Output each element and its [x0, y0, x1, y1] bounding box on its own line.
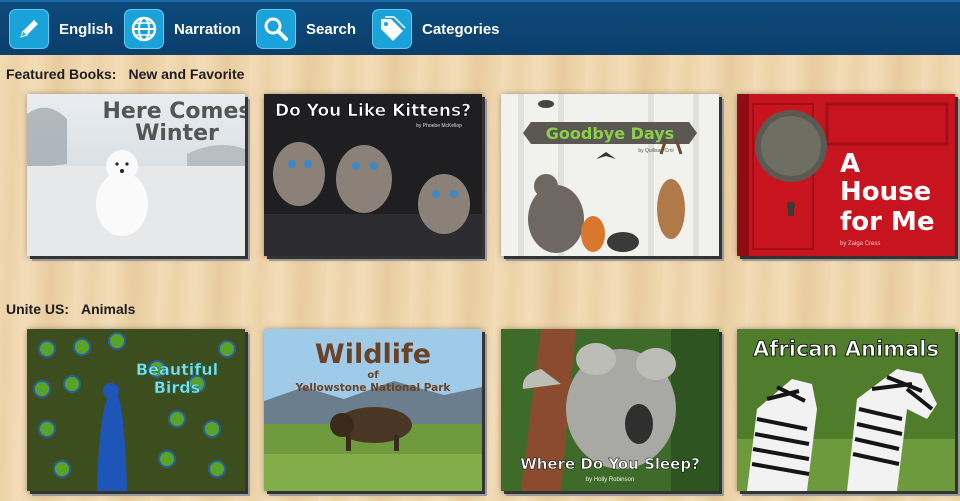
book-title: Goodbye Days	[546, 124, 674, 143]
nav-narration-button[interactable]: Narration	[124, 8, 241, 50]
book-title-line1: Beautiful	[136, 360, 218, 379]
book-byline: by Quilisan Croi	[638, 148, 673, 154]
nav-narration-label: Narration	[174, 20, 241, 38]
section-title-featured: Featured Books: New and Favorite	[6, 66, 244, 82]
section-sublabel: New and Favorite	[128, 66, 245, 82]
nav-english-label: English	[59, 20, 114, 38]
section-label: Featured Books:	[6, 66, 117, 82]
book-title-line2: Birds	[154, 378, 201, 397]
section-label: Unite US:	[6, 301, 69, 317]
book-card-here-comes-winter[interactable]: Here Comes Winter	[27, 94, 245, 256]
book-card-beautiful-birds[interactable]: Beautiful Birds	[27, 329, 245, 491]
book-title: Do You Like Kittens?	[275, 101, 471, 121]
book-card-goodbye-days[interactable]: Goodbye Days by Quilisan Croi	[501, 94, 719, 256]
nav-categories-button[interactable]: Categories	[372, 8, 500, 50]
globe-icon	[124, 9, 164, 49]
magnifier-icon	[256, 9, 296, 49]
nav-english-button[interactable]: English	[9, 8, 113, 50]
book-card-african-animals[interactable]: African Animals	[737, 329, 955, 491]
book-title-line2: of	[367, 370, 379, 381]
pencil-icon	[9, 9, 49, 49]
nav-search-button[interactable]: Search	[256, 8, 356, 50]
book-title-line1: A	[840, 149, 860, 179]
book-title-line3: Yellowstone National Park	[295, 382, 452, 394]
book-card-do-you-like-kittens[interactable]: Do You Like Kittens? by Phoebe McKellop	[264, 94, 482, 256]
book-card-where-do-you-sleep[interactable]: Where Do You Sleep? by Holly Robinson	[501, 329, 719, 491]
book-title-line1: Wildlife	[315, 339, 431, 370]
book-card-wildlife-yellowstone[interactable]: Wildlife of Yellowstone National Park	[264, 329, 482, 491]
top-nav-bar: English Narration Search Categories	[0, 0, 960, 55]
section-sublabel: Animals	[81, 301, 136, 317]
book-byline: by Phoebe McKellop	[416, 123, 462, 129]
nav-categories-label: Categories	[422, 20, 500, 38]
book-title: Where Do You Sleep?	[520, 455, 700, 473]
nav-search-label: Search	[306, 20, 357, 38]
book-title-line2: Winter	[135, 121, 219, 146]
book-byline: by Zaiga Cress	[840, 241, 880, 247]
tags-icon	[372, 9, 412, 49]
section-title-animals: Unite US: Animals	[6, 301, 135, 317]
book-title-line2: House	[840, 177, 931, 207]
book-byline: by Holly Robinson	[586, 477, 634, 483]
book-title: African Animals	[753, 337, 939, 361]
book-title-line3: for Me	[840, 207, 935, 237]
book-card-a-house-for-me[interactable]: A House for Me by Zaiga Cress	[737, 94, 955, 256]
